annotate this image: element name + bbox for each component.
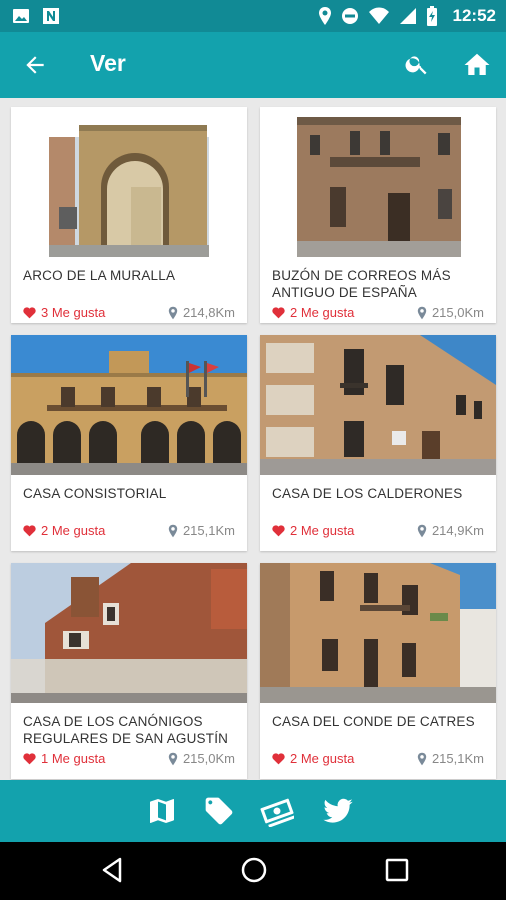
place-name: CASA CONSISTORIAL [23,486,167,501]
heart-icon [23,752,36,764]
search-icon[interactable] [404,51,430,77]
location-pin-icon [168,752,178,765]
arrow-back-icon[interactable] [22,52,48,78]
place-name: BUZÓN DE CORREOS MÁS ANTIGUO DE ESPAÑA [272,268,451,300]
money-icon[interactable] [260,795,294,827]
likes-count[interactable]: 3 Me gusta [23,305,105,320]
twitter-icon[interactable] [321,795,355,827]
heart-icon [272,306,285,318]
tag-icon[interactable] [203,795,235,827]
place-card[interactable]: CASA DE LOS CALDERONES 2 Me gusta 214,9K… [260,335,496,551]
place-photo [11,117,247,257]
likes-count[interactable]: 2 Me gusta [23,523,105,538]
bottom-bar [0,780,506,842]
status-bar: 12:52 [0,0,506,32]
places-grid: ARCO DE LA MURALLA 3 Me gusta 214,8Km BU… [0,98,506,780]
status-time: 12:52 [452,6,496,25]
image-icon [13,9,29,23]
home-icon[interactable] [462,50,492,80]
place-name: CASA DE LOS CALDERONES [272,486,463,501]
distance: 215,1Km [417,751,484,766]
likes-count[interactable]: 2 Me gusta [272,523,354,538]
place-photo [260,335,496,475]
do-not-disturb-icon [341,8,358,24]
place-name: CASA DEL CONDE DE CATRES [272,714,475,729]
place-card[interactable]: CASA DE LOS CANÓNIGOS REGULARES DE SAN A… [11,563,247,779]
place-photo [11,563,247,703]
place-card[interactable]: CASA DEL CONDE DE CATRES 2 Me gusta 215,… [260,563,496,779]
place-photo [260,563,496,703]
location-pin-icon [168,306,178,319]
nav-back-icon[interactable] [100,856,124,884]
map-icon[interactable] [146,795,178,827]
place-photo [11,335,247,475]
distance: 215,1Km [168,523,235,538]
wifi-icon [368,7,389,24]
heart-icon [272,524,285,536]
location-pin-icon [417,306,427,319]
heart-icon [23,524,36,536]
location-pin-icon [168,524,178,537]
distance: 214,8Km [168,305,235,320]
place-card[interactable]: BUZÓN DE CORREOS MÁS ANTIGUO DE ESPAÑA 2… [260,107,496,323]
signal-icon [399,8,416,24]
location-icon [318,7,331,25]
distance: 215,0Km [168,751,235,766]
likes-count[interactable]: 2 Me gusta [272,751,354,766]
nav-home-icon[interactable] [240,856,268,884]
place-card[interactable]: CASA CONSISTORIAL 2 Me gusta 215,1Km [11,335,247,551]
system-nav-bar [0,842,506,900]
place-photo [260,117,496,257]
distance: 214,9Km [417,523,484,538]
place-card[interactable]: ARCO DE LA MURALLA 3 Me gusta 214,8Km [11,107,247,323]
likes-count[interactable]: 1 Me gusta [23,751,105,766]
place-name: ARCO DE LA MURALLA [23,268,176,283]
page-title: Ver [90,50,126,76]
battery-charging-icon [426,6,437,26]
n-icon [43,8,59,24]
nav-recents-icon[interactable] [384,856,410,884]
app-bar: Ver [0,32,506,98]
heart-icon [272,752,285,764]
likes-count[interactable]: 2 Me gusta [272,305,354,320]
location-pin-icon [417,524,427,537]
place-name: CASA DE LOS CANÓNIGOS REGULARES DE SAN A… [23,714,229,746]
location-pin-icon [417,752,427,765]
distance: 215,0Km [417,305,484,320]
heart-icon [23,306,36,318]
